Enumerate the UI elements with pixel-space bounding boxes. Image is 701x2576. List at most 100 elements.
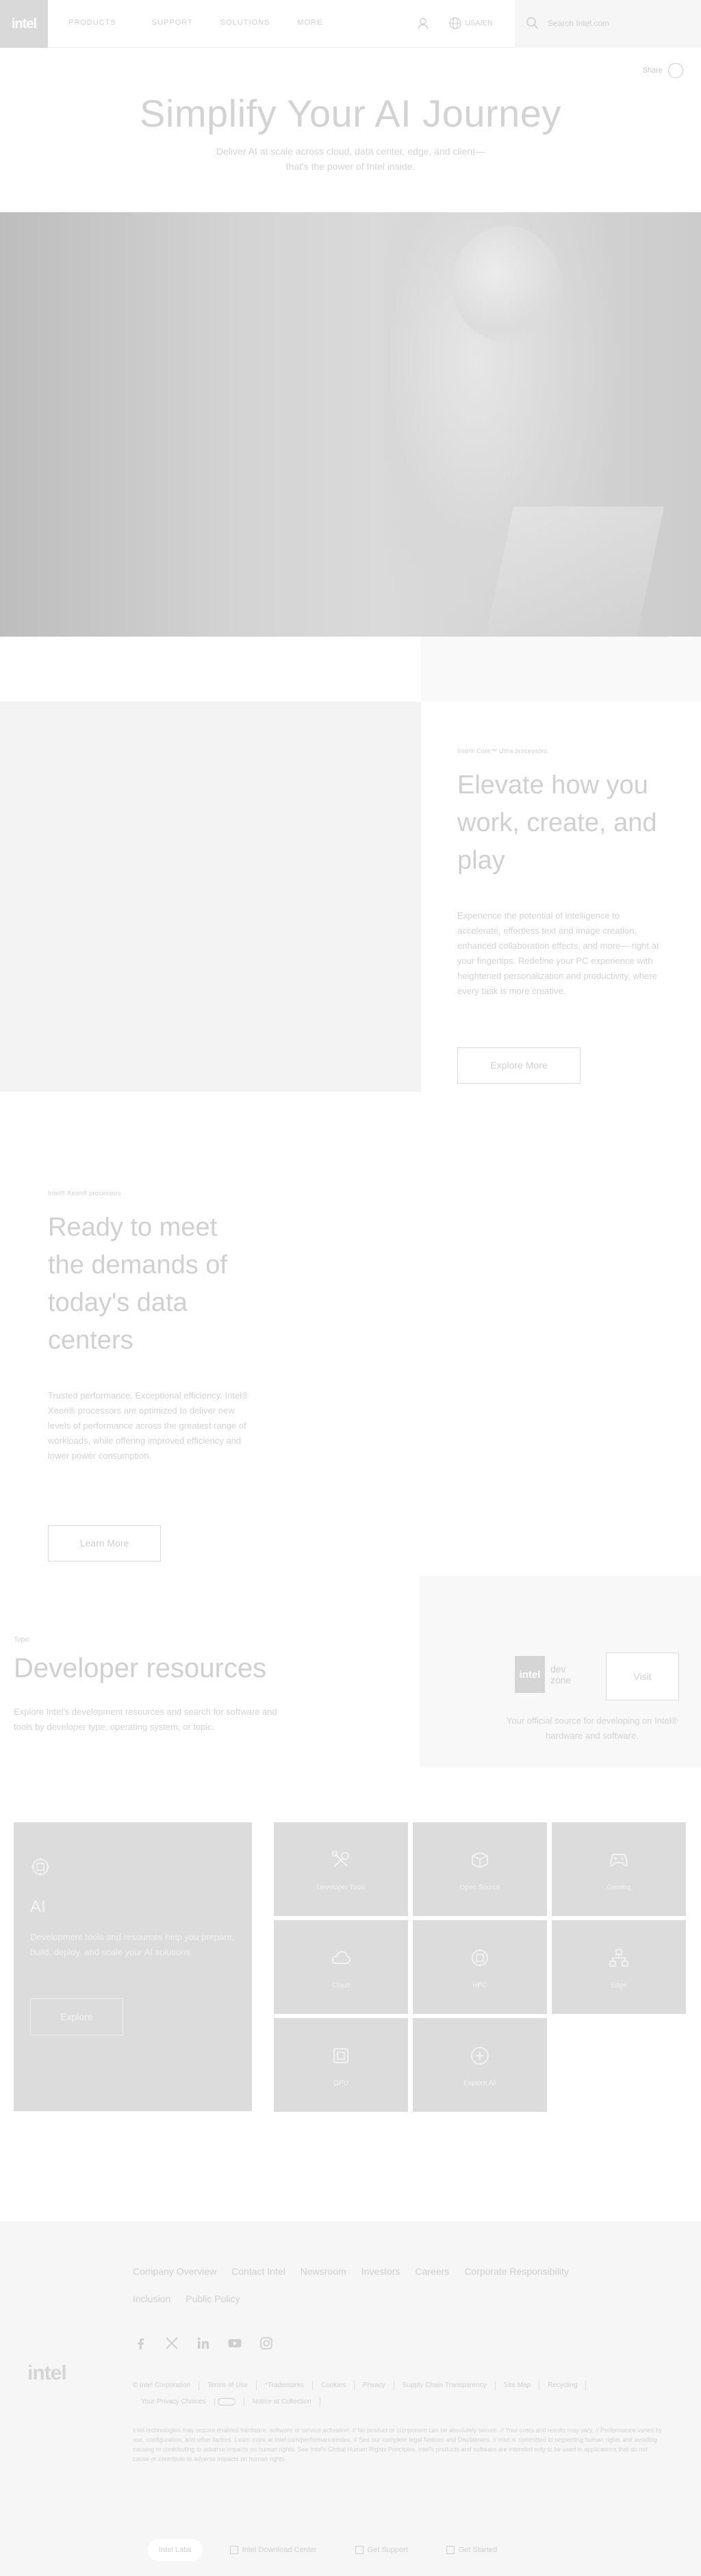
elevate-image xyxy=(0,702,421,1092)
site-footer: Company Overview Contact Intel Newsroom … xyxy=(0,2221,701,2576)
footer-link[interactable]: Public Policy xyxy=(186,2290,240,2308)
legal-link[interactable]: Site Map xyxy=(496,2381,540,2390)
share-button[interactable]: Share xyxy=(643,63,683,78)
get-support-link[interactable]: Get Support xyxy=(344,2539,419,2561)
legal-link-label: Your Privacy Choices xyxy=(141,2398,215,2406)
devzone-caption: Your official source for developing on I… xyxy=(506,1716,678,1741)
footer-link[interactable]: Investors xyxy=(361,2262,400,2280)
learn-more-button[interactable]: Learn More xyxy=(48,1525,161,1561)
get-started-link[interactable]: Get Started xyxy=(435,2539,508,2561)
search-bar[interactable]: Search Intel.com xyxy=(515,0,701,48)
legal-link[interactable]: Privacy xyxy=(355,2381,394,2390)
cloud-icon xyxy=(331,1951,351,1964)
elevate-body: Experience the potential of intelligence… xyxy=(457,910,659,996)
nav-more[interactable]: MORE xyxy=(297,18,322,27)
footer-link[interactable]: Newsroom xyxy=(301,2262,346,2280)
ready-eyebrow: Intel® Xeon® processors xyxy=(48,1190,122,1197)
youtube-icon[interactable] xyxy=(227,2336,242,2351)
tile-explore-all[interactable]: Explore All xyxy=(413,2018,547,2112)
tools-icon xyxy=(332,1851,349,1867)
facebook-icon[interactable] xyxy=(133,2336,148,2351)
legal-link[interactable]: Notice at Collection xyxy=(244,2397,320,2407)
language-selector[interactable]: USA/EN xyxy=(448,16,493,30)
support-icon xyxy=(355,2546,364,2554)
ai-chip-icon xyxy=(31,1858,49,1876)
ai-card-title: AI xyxy=(30,1898,46,1916)
legal-link: © Intel Corporation xyxy=(133,2381,200,2390)
elevate-section: Intel® Core™ Ultra processors Elevate ho… xyxy=(457,748,663,999)
legal-note: Intel technologies may require enabled h… xyxy=(133,2427,663,2462)
download-center-link[interactable]: Intel Download Center xyxy=(219,2539,328,2561)
legal-link[interactable]: Recycling xyxy=(539,2381,587,2390)
privacy-toggle-icon xyxy=(217,2397,235,2406)
legal-links: © Intel Corporation Terms of Use *Tradem… xyxy=(133,2381,653,2407)
tile-label: Developer Tools xyxy=(316,1884,366,1891)
start-icon xyxy=(446,2546,455,2554)
footer-intel-logo[interactable]: intel xyxy=(27,2362,67,2385)
x-icon[interactable] xyxy=(164,2336,179,2351)
search-input[interactable]: Search Intel.com xyxy=(548,18,609,28)
footer-link[interactable]: Corporate Responsibility xyxy=(464,2262,569,2280)
devzone-logo-box: intel xyxy=(515,1656,545,1693)
tile-label: HPC xyxy=(472,1982,487,1989)
developer-eyebrow: Topic xyxy=(14,1636,30,1644)
hero-subtitle: Deliver AI at scale across cloud, data c… xyxy=(216,146,485,172)
tile-label: Cloud xyxy=(331,1982,350,1989)
network-icon xyxy=(609,1949,628,1967)
developer-body: Explore Intel's development resources an… xyxy=(14,1707,277,1732)
tile-label: Gaming xyxy=(607,1884,631,1891)
bottom-bar-label: Get Support xyxy=(367,2546,408,2554)
gpu-icon xyxy=(333,2048,348,2063)
footer-link[interactable]: Contact Intel xyxy=(231,2262,285,2280)
bottom-bar-label: Intel Download Center xyxy=(242,2546,317,2554)
user-icon[interactable] xyxy=(416,16,430,30)
footer-link[interactable]: Inclusion xyxy=(133,2290,170,2308)
download-icon xyxy=(229,2546,238,2554)
nav-solutions[interactable]: SOLUTIONS xyxy=(220,18,270,27)
footer-link[interactable]: Company Overview xyxy=(133,2262,216,2280)
devzone-visit-button[interactable]: Visit xyxy=(606,1653,679,1700)
main-nav: PRODUCTS SUPPORT SOLUTIONS MORE xyxy=(68,18,350,27)
developer-title: Developer resources xyxy=(14,1653,267,1683)
linkedin-icon[interactable] xyxy=(196,2336,211,2351)
share-label: Share xyxy=(642,66,663,75)
footer-link[interactable]: Careers xyxy=(415,2262,449,2280)
legal-link[interactable]: Cookies xyxy=(313,2381,355,2390)
developer-section: Topic Developer resources Explore Intel'… xyxy=(14,1636,301,1735)
hero-section: Share Simplify Your AI Journey Deliver A… xyxy=(0,48,701,212)
intel-logo[interactable]: intel xyxy=(0,0,48,48)
ai-explore-button[interactable]: Explore xyxy=(30,1998,123,2035)
bottom-bar-label: Get Started xyxy=(458,2546,498,2554)
globe-icon xyxy=(449,17,461,29)
explore-more-button[interactable]: Explore More xyxy=(457,1047,581,1084)
ready-title: Ready to meet the demands of today's dat… xyxy=(48,1213,227,1355)
tile-label: GPU xyxy=(333,2080,348,2087)
instagram-icon[interactable] xyxy=(259,2336,274,2351)
elevate-eyebrow: Intel® Core™ Ultra processors xyxy=(457,748,548,754)
elevate-title: Elevate how you work, create, and play xyxy=(457,771,657,875)
social-links xyxy=(133,2336,274,2351)
nav-products[interactable]: PRODUCTS xyxy=(68,18,116,27)
legal-link[interactable]: Terms of Use xyxy=(199,2381,257,2390)
legal-link[interactable]: *Trademarks xyxy=(257,2381,313,2390)
hero-title: Simplify Your AI Journey xyxy=(140,92,561,135)
tile-cloud[interactable]: Cloud xyxy=(274,1920,408,2014)
privacy-choices-link[interactable]: Your Privacy Choices xyxy=(133,2397,244,2407)
language-label: USA/EN xyxy=(465,19,493,27)
tile-developer-tools[interactable]: Developer Tools xyxy=(274,1822,408,1916)
tile-gaming[interactable]: Gaming xyxy=(552,1822,686,1916)
tile-hpc[interactable]: HPC xyxy=(413,1920,547,2014)
open-source-icon xyxy=(472,1852,488,1868)
ai-card: AI Development tools and resources help … xyxy=(14,1822,252,2111)
intel-labs-link[interactable]: Intel Labs xyxy=(148,2539,203,2561)
plus-circle-icon xyxy=(471,2047,489,2065)
tile-gpu[interactable]: GPU xyxy=(274,2018,408,2112)
nav-support[interactable]: SUPPORT xyxy=(152,18,193,27)
tile-open-source[interactable]: Open Source xyxy=(413,1822,547,1916)
share-icon xyxy=(668,63,683,78)
devzone-logo: intel dev zone xyxy=(515,1656,583,1693)
tile-edge[interactable]: Edge xyxy=(552,1920,686,2014)
bottom-bar-label: Intel Labs xyxy=(159,2546,192,2554)
devzone-logo-text: dev zone xyxy=(550,1663,572,1685)
legal-link[interactable]: Supply Chain Transparency xyxy=(394,2381,496,2390)
